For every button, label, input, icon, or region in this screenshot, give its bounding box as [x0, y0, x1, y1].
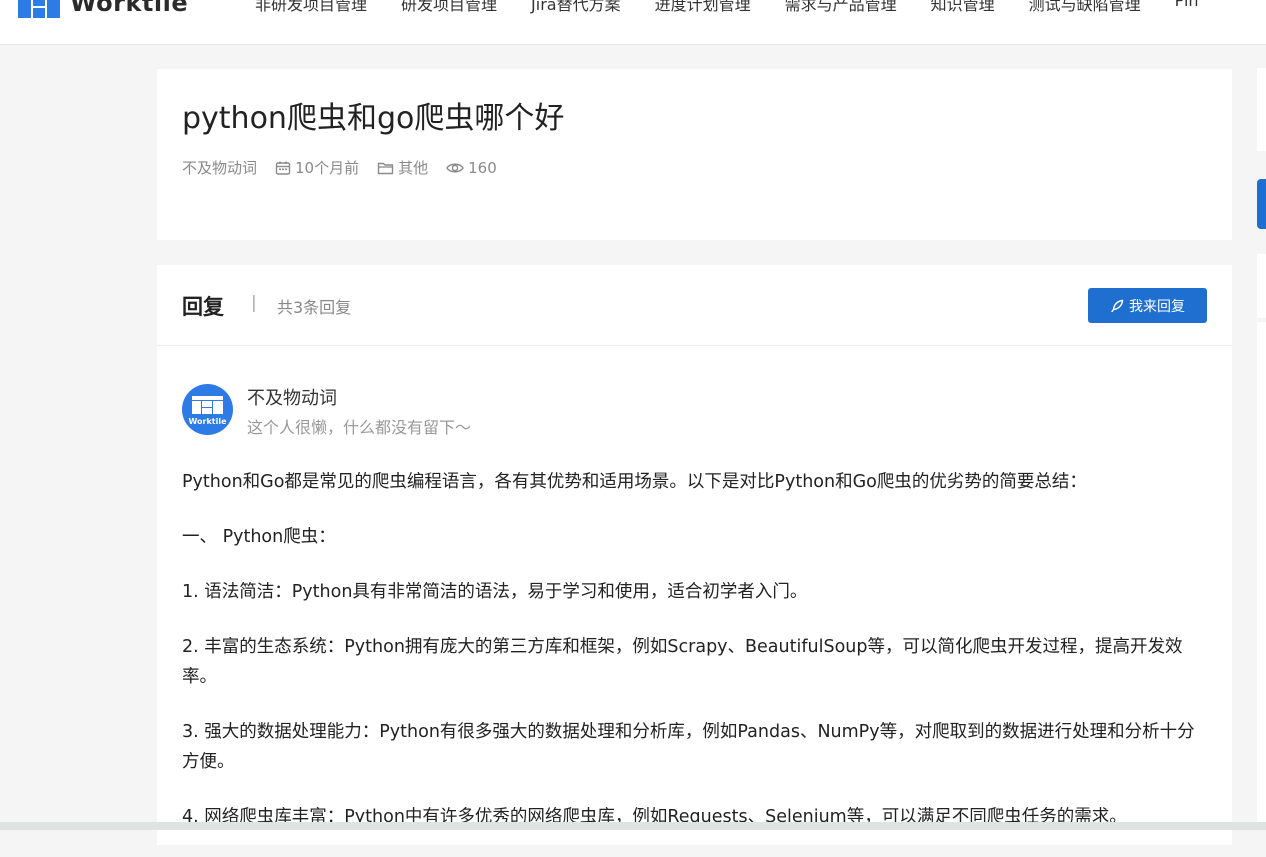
- top-header: Worktile 非研发项目管理 研发项目管理 Jira替代方案 进度计划管理 …: [0, 0, 1266, 45]
- reply-author: Worktile 不及物动词 这个人很懒，什么都没有留下～: [182, 384, 471, 438]
- sidebar-card-edge: [1257, 68, 1266, 151]
- question-card: python爬虫和go爬虫哪个好 不及物动词 10个月前 其他 160: [157, 69, 1232, 240]
- reply-author-signature: 这个人很懒，什么都没有留下～: [247, 418, 472, 437]
- replies-divider: |: [251, 293, 257, 313]
- post-views: 160: [446, 159, 497, 177]
- replies-header: 回复 | 共3条回复 我来回复: [157, 265, 1232, 346]
- nav-item-rd-project[interactable]: 研发项目管理: [401, 0, 497, 15]
- reply-paragraph: 1. 语法简洁：Python具有非常简洁的语法，易于学习和使用，适合初学者入门。: [182, 582, 808, 602]
- replies-card: 回复 | 共3条回复 我来回复 Worktile 不及物动词 这个人很懒，什么都…: [157, 265, 1232, 845]
- main-nav: 非研发项目管理 研发项目管理 Jira替代方案 进度计划管理 需求与产品管理 知…: [255, 0, 1199, 15]
- horizontal-scrollbar[interactable]: [0, 822, 1266, 830]
- post-category[interactable]: 其他: [377, 157, 428, 178]
- post-views-count: 160: [468, 158, 497, 177]
- reply-paragraph: 2. 丰富的生态系统：Python拥有庞大的第三方库和框架，例如Scrapy、B…: [182, 637, 1183, 687]
- reply-paragraph: 一、 Python爬虫：: [182, 527, 336, 547]
- worktile-logo-icon: [18, 0, 60, 18]
- post-author[interactable]: 不及物动词: [182, 157, 257, 178]
- sidebar-card-edge-3: [1257, 322, 1266, 828]
- eye-icon: [446, 163, 464, 172]
- reply-paragraph: Python和Go都是常见的爬虫编程语言，各有其优势和适用场景。以下是对比Pyt…: [182, 472, 1087, 492]
- nav-item-jira-alternative[interactable]: Jira替代方案: [531, 0, 621, 15]
- avatar-label: Worktile: [188, 417, 227, 426]
- post-meta: 不及物动词 10个月前 其他 160: [182, 157, 515, 178]
- avatar[interactable]: Worktile: [182, 384, 233, 435]
- nav-item-pin[interactable]: Pin: [1175, 0, 1199, 15]
- logo-text: Worktile: [70, 0, 189, 17]
- reply-content: Python和Go都是常见的爬虫编程语言，各有其优势和适用场景。以下是对比Pyt…: [182, 467, 1212, 857]
- post-time-text: 10个月前: [295, 159, 360, 177]
- nav-item-schedule[interactable]: 进度计划管理: [655, 0, 751, 15]
- replies-count: 共3条回复: [277, 298, 352, 317]
- nav-item-nonrd-project[interactable]: 非研发项目管理: [255, 0, 367, 15]
- nav-item-testing[interactable]: 测试与缺陷管理: [1029, 0, 1141, 15]
- reply-button-label: 我来回复: [1129, 298, 1185, 315]
- page-title: python爬虫和go爬虫哪个好: [182, 101, 565, 136]
- replies-title: 回复: [182, 295, 224, 319]
- post-time: 10个月前: [275, 157, 359, 178]
- nav-item-requirements[interactable]: 需求与产品管理: [785, 0, 897, 15]
- right-sidebar-edge: [1257, 68, 1266, 828]
- sidebar-card-edge-2: [1257, 254, 1266, 318]
- author-info: 不及物动词 这个人很懒，什么都没有留下～: [247, 384, 471, 438]
- sidebar-button-edge[interactable]: [1257, 179, 1266, 229]
- folder-icon: [377, 162, 394, 174]
- post-category-text: 其他: [398, 159, 429, 177]
- feather-pen-icon: [1111, 299, 1124, 312]
- reply-paragraph: 3. 强大的数据处理能力：Python有很多强大的数据处理和分析库，例如Pand…: [182, 722, 1195, 772]
- reply-author-name[interactable]: 不及物动词: [247, 384, 471, 410]
- worktile-logo[interactable]: Worktile: [18, 0, 188, 18]
- calendar-icon: [275, 161, 291, 175]
- reply-button[interactable]: 我来回复: [1088, 288, 1207, 323]
- nav-item-knowledge[interactable]: 知识管理: [931, 0, 995, 15]
